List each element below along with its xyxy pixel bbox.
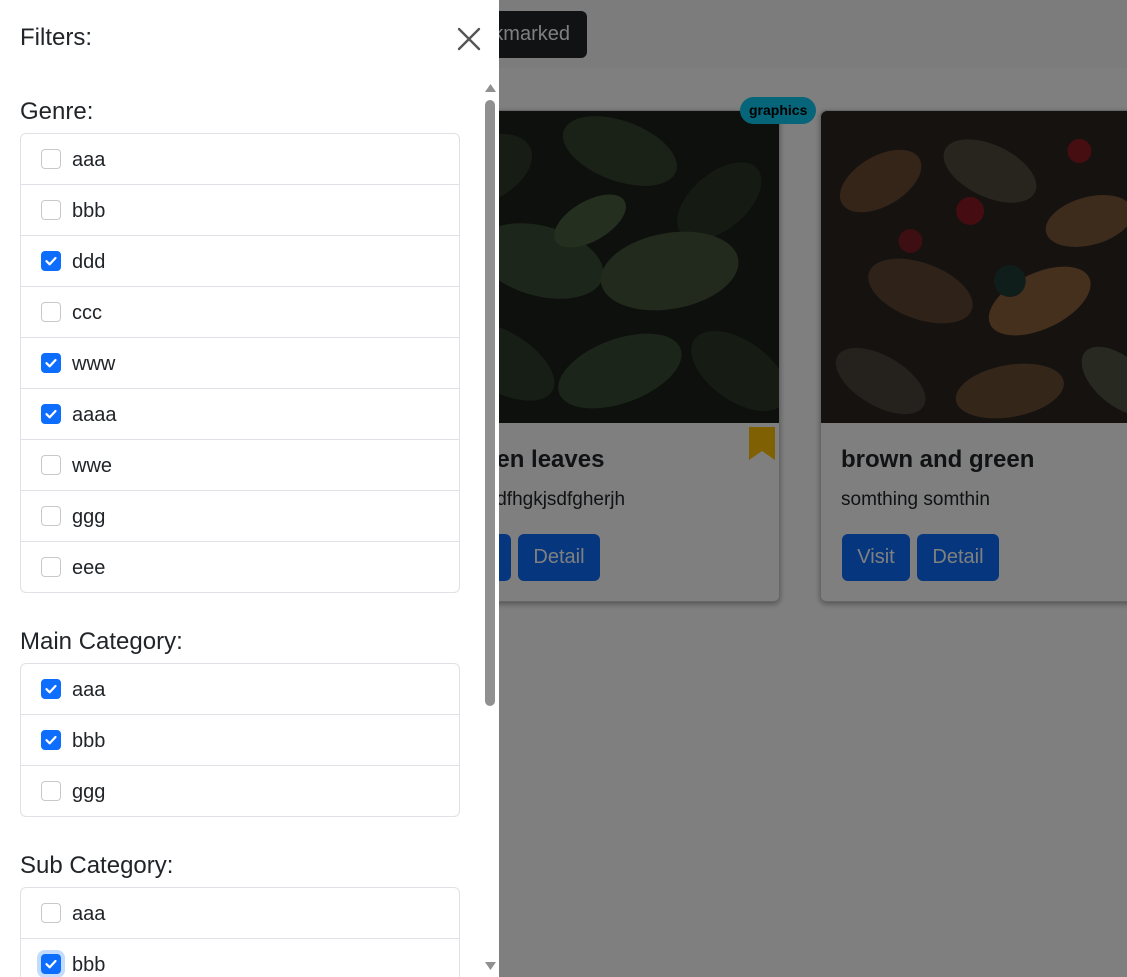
scroll-down-arrow-icon[interactable] (485, 962, 496, 970)
filter-item[interactable]: aaaa (21, 388, 459, 439)
filter-item-label: bbb (72, 200, 106, 222)
sub-category-list: aaa bbb (20, 887, 460, 977)
filter-item-label: ggg (72, 506, 106, 528)
filter-item-label: bbb (72, 954, 106, 976)
checkbox[interactable] (41, 781, 61, 801)
checkbox[interactable] (41, 149, 61, 169)
filter-item[interactable]: ggg (21, 765, 459, 816)
section-title: Main Category: (20, 628, 183, 655)
main-category-section: Main Category: aaa bbb ggg (20, 625, 460, 817)
scroll-up-arrow-icon[interactable] (485, 84, 496, 92)
filter-item[interactable]: aaa (21, 888, 459, 938)
filter-item-label: www (72, 353, 116, 375)
checkbox[interactable] (41, 302, 61, 322)
scrollbar[interactable] (482, 80, 499, 977)
checkbox-checked[interactable] (41, 353, 61, 373)
filter-item[interactable]: eee (21, 541, 459, 592)
close-icon[interactable] (452, 22, 486, 56)
filter-item[interactable]: aaa (21, 664, 459, 714)
scrollbar-thumb[interactable] (485, 100, 495, 706)
filter-item[interactable]: bbb (21, 714, 459, 765)
filter-item[interactable]: bbb (21, 184, 459, 235)
checkbox-checked[interactable] (41, 404, 61, 424)
filter-item-label: ggg (72, 781, 106, 803)
filter-item[interactable]: ddd (21, 235, 459, 286)
filter-item-label: aaa (72, 149, 106, 171)
filter-item-label: eee (72, 557, 106, 579)
filter-item-label: bbb (72, 730, 106, 752)
genre-list: aaa bbb ddd ccc www aaaa wwe ggg eee (20, 133, 460, 593)
checkbox-checked[interactable] (41, 730, 61, 750)
sub-category-section: Sub Category: aaa bbb (20, 849, 460, 977)
filter-item[interactable]: bbb (21, 938, 459, 977)
section-title: Genre: (20, 98, 94, 125)
filter-item-label: wwe (72, 455, 113, 477)
filter-item[interactable]: wwe (21, 439, 459, 490)
filter-item[interactable]: www (21, 337, 459, 388)
checkbox[interactable] (41, 557, 61, 577)
main-category-list: aaa bbb ggg (20, 663, 460, 817)
filter-item-label: ccc (72, 302, 102, 324)
filters-title: Filters: (20, 24, 92, 51)
filter-item[interactable]: ccc (21, 286, 459, 337)
checkbox-checked[interactable] (41, 954, 61, 974)
checkbox[interactable] (41, 903, 61, 923)
checkbox-checked[interactable] (41, 679, 61, 699)
filters-scroll-area: Genre: aaa bbb ddd ccc www aaaa wwe ggg eee Main… (0, 80, 482, 977)
filter-item-label: aaa (72, 903, 106, 925)
checkbox[interactable] (41, 200, 61, 220)
filter-item-label: ddd (72, 251, 106, 273)
genre-section: Genre: aaa bbb ddd ccc www aaaa wwe ggg eee (20, 95, 460, 593)
checkbox[interactable] (41, 506, 61, 526)
filter-item-label: aaa (72, 679, 106, 701)
checkbox[interactable] (41, 455, 61, 475)
filter-item[interactable]: aaa (21, 134, 459, 184)
section-title: Sub Category: (20, 852, 174, 879)
filter-item-label: aaaa (72, 404, 117, 426)
filters-offcanvas: Filters: Genre: aaa bbb ddd ccc www aaaa wwe gg… (0, 0, 499, 977)
filter-item[interactable]: ggg (21, 490, 459, 541)
checkbox-checked[interactable] (41, 251, 61, 271)
